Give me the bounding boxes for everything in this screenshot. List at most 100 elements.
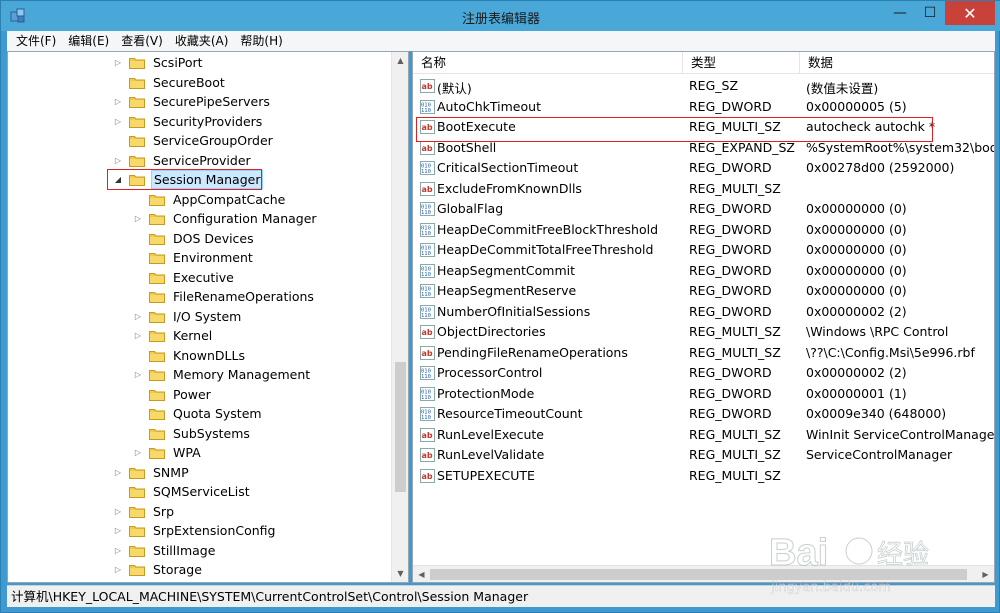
highlight-session-manager [107, 169, 262, 190]
expand-arrow-icon[interactable]: ▷ [112, 505, 124, 517]
column-name-header[interactable]: 名称 [413, 52, 683, 74]
value-row[interactable]: 010 110 ProtectionMode REG_DWORD 0x00000001 … [413, 384, 994, 404]
baidu-jingyan-watermark: Bai 经验 jingyan.baidu.com [761, 521, 981, 601]
title-bar[interactable]: 注册表编辑器 — ☐ ✕ [1, 1, 1000, 31]
column-data-header[interactable]: 数据 [800, 52, 994, 74]
binary-value-icon: 010 110 [420, 243, 435, 257]
tree-node[interactable]: ▷ Kernel [132, 326, 214, 345]
column-type-header[interactable]: 类型 [683, 52, 800, 74]
menu-favorites[interactable]: 收藏夹(A) [170, 31, 234, 51]
expand-arrow-icon[interactable]: ▷ [112, 564, 124, 576]
value-row[interactable]: ab ExcludeFromKnownDlls REG_MULTI_SZ [413, 179, 994, 199]
window-title: 注册表编辑器 [461, 12, 540, 27]
value-row[interactable]: ab RunLevelExecute REG_MULTI_SZ WinInit Ser… [413, 425, 994, 445]
tree-node-label: SrpExtensionConfig [153, 523, 276, 538]
value-name: RunLevelExecute [437, 426, 544, 442]
value-type: REG_DWORD [689, 303, 772, 319]
value-row[interactable]: ab (默认) REG_SZ (数值未设置) [413, 76, 994, 96]
key-tree-pane[interactable]: ▷ Storage ▷ StillImage ▷ SrpExtensionConfig ▷ S… [7, 51, 409, 583]
folder-icon [129, 115, 145, 128]
expand-arrow-icon[interactable]: ▷ [112, 544, 124, 556]
expand-arrow-icon[interactable]: ▷ [132, 369, 144, 381]
binary-value-icon: 010 110 [420, 366, 435, 380]
tree-node[interactable]: Environment [132, 248, 255, 267]
tree-node[interactable]: Power [132, 385, 213, 404]
tree-node[interactable]: ▷ Configuration Manager [132, 209, 319, 228]
expand-arrow-icon[interactable]: ▷ [112, 57, 124, 69]
value-row[interactable]: 010 110 AutoChkTimeout REG_DWORD 0x00000005 … [413, 97, 994, 117]
value-data: 0x0009e340 (648000) [806, 406, 947, 421]
expand-arrow-icon[interactable]: ▷ [132, 330, 144, 342]
value-row[interactable]: 010 110 HeapSegmentReserve REG_DWORD 0x00000… [413, 281, 994, 301]
watermark-brand2: 经验 [877, 540, 929, 570]
expand-arrow-icon[interactable]: ▷ [132, 213, 144, 225]
tree-node[interactable]: ▷ Srp [112, 502, 176, 521]
tree-node-label: Quota System [173, 406, 262, 421]
expand-arrow-icon[interactable]: ▷ [132, 447, 144, 459]
expand-arrow-icon[interactable]: ▷ [112, 115, 124, 127]
value-row[interactable]: 010 110 GlobalFlag REG_DWORD 0x00000000 (0) [413, 199, 994, 219]
maximize-button[interactable]: ☐ [915, 1, 945, 25]
tree-node[interactable]: ▷ Memory Management [132, 365, 312, 384]
value-row[interactable]: 010 110 ProcessorControl REG_DWORD 0x0000000… [413, 363, 994, 383]
svg-text:ab: ab [422, 349, 433, 358]
scroll-up-icon[interactable]: ▲ [392, 52, 408, 69]
value-row[interactable]: 010 110 CriticalSectionTimeout REG_DWORD 0x0… [413, 158, 994, 178]
tree-node[interactable]: SecureBoot [112, 73, 227, 92]
value-data: 0x00000000 (0) [806, 262, 907, 278]
tree-vertical-scrollbar[interactable]: ▲ ▼ [391, 52, 408, 582]
minimize-button[interactable]: — [885, 1, 915, 25]
value-row[interactable]: ab RunLevelValidate REG_MULTI_SZ ServiceCon… [413, 445, 994, 465]
tree-node[interactable]: SQMServiceList [112, 482, 252, 501]
tree-node[interactable]: ▷ SrpExtensionConfig [112, 521, 277, 540]
tree-node[interactable]: SubSystems [132, 424, 252, 443]
value-row[interactable]: ab PendingFileRenameOperations REG_MULTI_S… [413, 343, 994, 363]
tree-node[interactable]: ▷ ServiceProvider [112, 151, 253, 170]
expand-arrow-icon[interactable]: ▷ [112, 154, 124, 166]
menu-help[interactable]: 帮助(H) [235, 31, 287, 51]
tree-scroll-thumb[interactable] [395, 362, 406, 492]
value-row[interactable]: 010 110 ResourceTimeoutCount REG_DWORD 0x000… [413, 404, 994, 424]
tree-node-label: Environment [173, 250, 253, 265]
regedit-window: 注册表编辑器 — ☐ ✕ 文件(F) 编辑(E) 查看(V) 收藏夹(A) 帮助… [0, 0, 1000, 613]
tree-node[interactable]: DOS Devices [132, 229, 256, 248]
tree-node[interactable]: ServiceGroupOrder [112, 131, 275, 150]
value-name: ExcludeFromKnownDlls [437, 180, 582, 196]
value-row[interactable]: ab SETUPEXECUTE REG_MULTI_SZ [413, 466, 994, 486]
scroll-left-icon[interactable]: ◀ [413, 566, 430, 582]
expand-arrow-icon[interactable]: ▷ [112, 96, 124, 108]
tree-node[interactable]: ▷ SecurityProviders [112, 112, 264, 131]
tree-node-label: Storage [153, 562, 202, 577]
expand-arrow-icon[interactable]: ▷ [112, 525, 124, 537]
tree-node[interactable]: ▷ SNMP [112, 463, 191, 482]
close-button[interactable]: ✕ [945, 1, 995, 25]
menu-view[interactable]: 查看(V) [116, 31, 168, 51]
expand-arrow-icon[interactable]: ▷ [132, 310, 144, 322]
menu-edit[interactable]: 编辑(E) [63, 31, 114, 51]
value-row[interactable]: 010 110 NumberOfInitialSessions REG_DWORD 0x… [413, 302, 994, 322]
tree-node[interactable]: KnownDLLs [132, 346, 247, 365]
value-type: REG_MULTI_SZ [689, 344, 781, 360]
value-row[interactable]: 010 110 HeapDeCommitFreeBlockThreshold REG_… [413, 220, 994, 240]
tree-node[interactable]: ▷ WPA [132, 443, 203, 462]
value-data: 0x00000001 (1) [806, 385, 907, 401]
tree-node[interactable]: Quota System [132, 404, 264, 423]
menu-file[interactable]: 文件(F) [11, 31, 61, 51]
tree-node[interactable]: ▷ ScsiPort [112, 53, 205, 72]
tree-node[interactable]: ▷ Storage [112, 560, 204, 579]
tree-node[interactable]: Executive [132, 268, 236, 287]
value-row[interactable]: 010 110 HeapDeCommitTotalFreeThreshold REG_… [413, 240, 994, 260]
value-row[interactable]: ab ObjectDirectories REG_MULTI_SZ \Windows … [413, 322, 994, 342]
tree-node[interactable]: ▷ I/O System [132, 307, 243, 326]
tree-node[interactable]: AppCompatCache [132, 190, 287, 209]
tree-node[interactable]: ▷ StillImage [112, 541, 217, 560]
tree-node[interactable]: FileRenameOperations [132, 287, 316, 306]
expand-arrow-icon[interactable]: ▷ [112, 466, 124, 478]
binary-value-icon: 010 110 [420, 222, 435, 237]
binary-value-icon: 010 110 [420, 99, 435, 114]
scroll-down-icon[interactable]: ▼ [392, 565, 408, 582]
tree-node-label: Srp [153, 503, 175, 519]
tree-node-label: Memory Management [173, 367, 311, 382]
tree-node[interactable]: ▷ SecurePipeServers [112, 92, 272, 111]
value-row[interactable]: 010 110 HeapSegmentCommit REG_DWORD 0x000000… [413, 261, 994, 281]
